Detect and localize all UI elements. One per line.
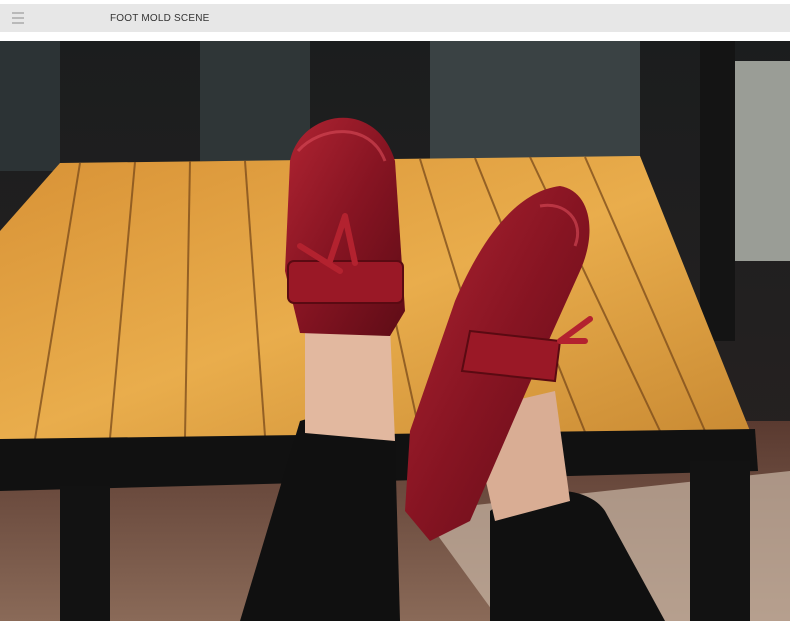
door-frame (700, 41, 735, 341)
top-bar: FOOT MOLD SCENE (0, 4, 790, 32)
left-shoe-strap (287, 260, 404, 304)
section-title: FOOT MOLD SCENE (110, 13, 210, 24)
window-right (430, 41, 640, 161)
hamburger-menu-icon[interactable] (12, 12, 24, 24)
right-shoe-strap (460, 329, 562, 383)
table-leg-right (690, 461, 750, 621)
table-leg-left (60, 486, 110, 621)
door-glass (735, 61, 790, 261)
left-ankle (305, 326, 395, 441)
scene-illustration (0, 41, 790, 621)
window-center (200, 41, 310, 161)
product-scene-photo (0, 41, 790, 621)
window-left (0, 41, 60, 171)
